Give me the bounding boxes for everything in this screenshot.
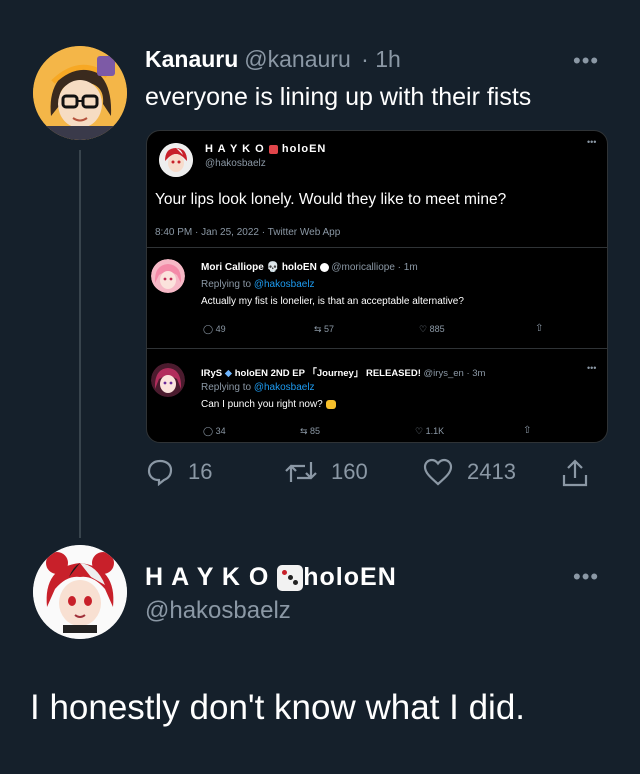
reply2-text: Can I punch you right now? [201,399,323,410]
tweet-text: everyone is lining up with their fists [145,83,532,111]
reply-icon [147,459,173,486]
irys-avatar [151,363,185,397]
reply2-text-row: Can I punch you right now? [201,399,336,410]
mori-avatar [151,259,185,293]
reply1-suffix: holoEN [281,262,317,273]
reply-action[interactable]: 16 [146,458,212,486]
reply2-name: IRyS [201,368,223,379]
hayko-avatar-small [159,143,193,177]
embed-author-suffix: holoEN [281,143,327,155]
share-action[interactable] [561,458,603,488]
reply-author[interactable]: H A Y K O holoEN [145,563,397,592]
retweet-icon [285,462,317,482]
reply1-text: Actually my fist is lonelier, is that an… [201,296,464,307]
gem-icon: ◆ [224,368,233,379]
like-action[interactable]: 2413 [423,458,516,486]
reply1-handle: @moricalliope · 1m [331,262,418,273]
reply2-header: IRyS ◆ holoEN 2ND EP 「Journey」 RELEASED!… [201,365,485,379]
reply-author-suffix: holoEN [303,563,397,591]
author-handle[interactable]: @kanauru [244,46,350,72]
hayko-avatar[interactable] [33,545,127,639]
tweet-time[interactable]: · 1h [361,46,401,72]
verified-icon [319,262,329,272]
reply-count: 16 [188,459,213,484]
reply1-retweets-value: 57 [324,324,335,334]
embed-author-handle: @hakosbaelz [205,158,266,169]
reply-author-handle[interactable]: @hakosbaelz [145,597,291,625]
reply1-replies-value: 49 [215,324,226,334]
reply1-name: Mori Calliope [201,262,264,273]
reply1-retweet-count: ⇆ 57 [314,324,335,334]
reply2-handle: @irys_en · 3m [423,368,486,379]
kanauru-avatar[interactable] [33,46,127,140]
like-count: 2413 [467,459,516,484]
reply1-replying-to: @hakosbaelz [253,279,315,290]
reply1-replying: Replying to @hakosbaelz [201,279,315,290]
reply2-more-icon: ••• [587,363,597,373]
embed-tweet-text: Your lips look lonely. Would they like t… [155,191,507,208]
embed-meta: 8:40 PM · Jan 25, 2022 · Twitter Web App [155,227,341,238]
retweet-action[interactable]: 160 [285,458,368,486]
reply1-replying-label: Replying to [201,279,252,290]
reply2-replying-to: @hakosbaelz [253,382,315,393]
reply1-header: Mori Calliope 💀 holoEN @moricalliope · 1… [201,262,418,273]
heart-icon [423,458,453,486]
reply1-likes-value: 885 [429,324,445,334]
dice-icon [268,144,278,154]
reply2-reply-count: ◯ 34 [203,426,226,436]
reply1-share-icon: ⇧ [535,323,544,334]
embedded-image[interactable]: H A Y K O holoEN @hakosbaelz ••• Your li… [146,130,608,443]
reply-text: I honestly don't know what I did. [30,688,526,727]
reply2-replies-value: 34 [215,426,226,436]
reply2-replying: Replying to @hakosbaelz [201,382,315,393]
dice-icon-large [277,565,304,592]
thread-line [79,150,81,538]
embed-divider [147,247,607,248]
reply2-replying-label: Replying to [201,382,252,393]
embed-divider-2 [147,348,607,349]
reply2-like-count: ♡ 1.1K [415,426,445,436]
reply-more-options-icon[interactable]: ••• [573,564,599,590]
reply2-likes-value: 1.1K [425,426,445,436]
embed-author-name: H A Y K O [205,143,265,155]
reply2-retweet-count: ⇆ 85 [300,426,321,436]
reply1-like-count: ♡ 885 [419,324,445,334]
author-name[interactable]: Kanauru [145,46,238,72]
embed-more-icon: ••• [587,137,597,147]
reply2-retweets-value: 85 [310,426,321,436]
fist-icon [325,399,336,409]
tweet-header: Kanauru @kanauru · 1h [145,46,401,73]
embed-author: H A Y K O holoEN [205,143,326,155]
share-icon [562,459,588,487]
retweet-count: 160 [331,459,368,484]
reply2-suffix: holoEN 2ND EP 「Journey」 RELEASED! [234,368,421,379]
reply2-share-icon: ⇧ [523,425,532,436]
skull-icon: 💀 [266,262,280,273]
reply1-reply-count: ◯ 49 [203,324,226,334]
reply-author-name: H A Y K O [145,563,270,591]
more-options-icon[interactable]: ••• [573,48,599,74]
